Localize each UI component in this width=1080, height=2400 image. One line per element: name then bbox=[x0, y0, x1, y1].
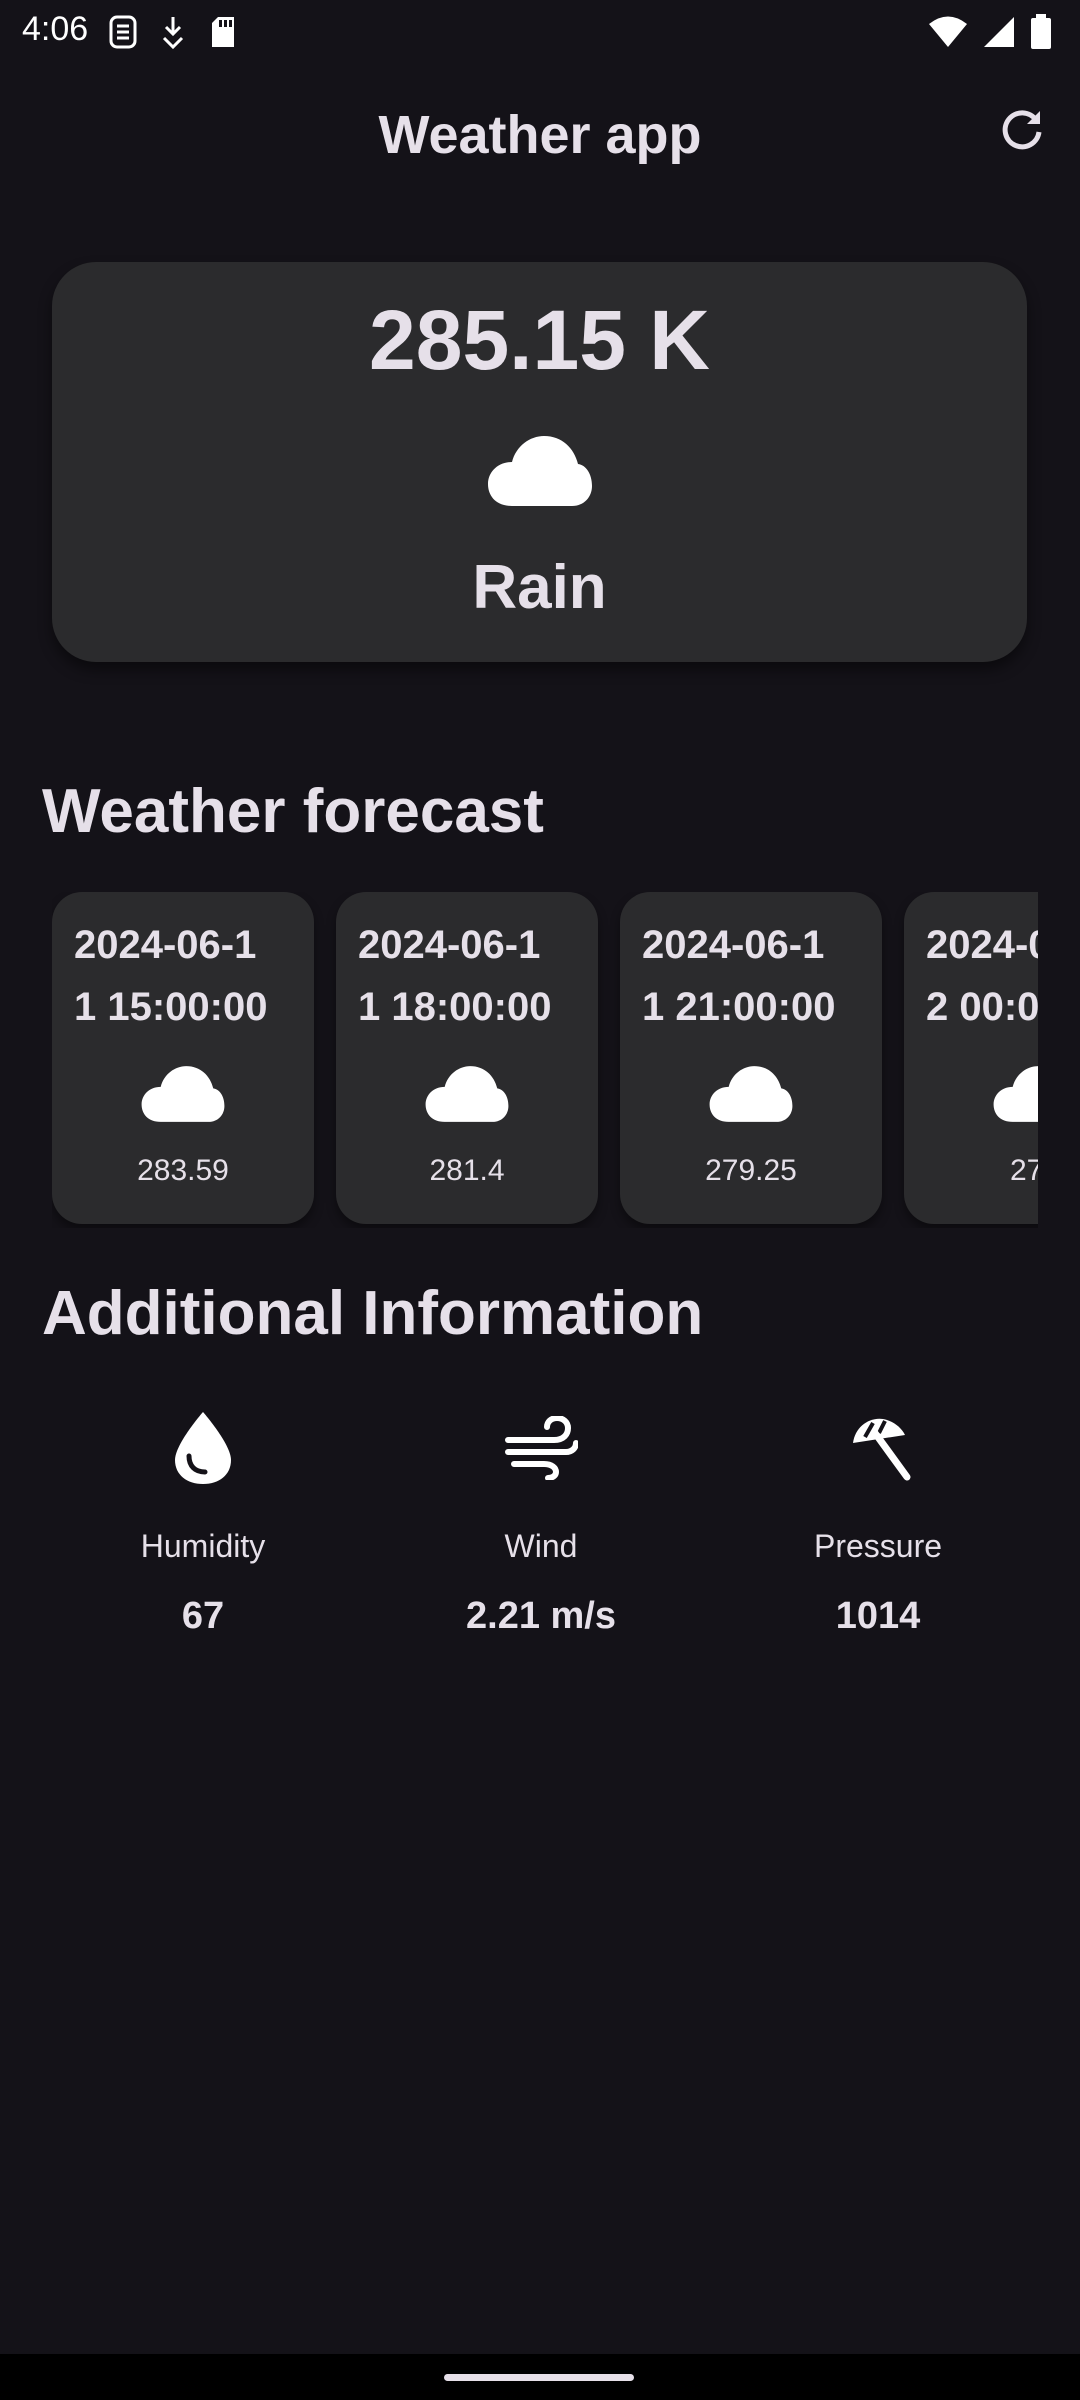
cloud-icon bbox=[992, 1064, 1038, 1129]
battery-icon bbox=[1030, 14, 1052, 50]
pressure-label: Pressure bbox=[813, 1528, 943, 1564]
water-drop-icon bbox=[173, 1410, 233, 1491]
forecast-time-line1: 2024-06-1 bbox=[926, 923, 1038, 967]
refresh-icon bbox=[998, 106, 1046, 159]
forecast-temperature: 283.59 bbox=[137, 1154, 229, 1187]
forecast-time: 2024-06-1 1 15:00:00 bbox=[74, 914, 304, 1038]
forecast-time-line1: 2024-06-1 bbox=[642, 923, 825, 967]
cellular-signal-icon bbox=[982, 15, 1016, 49]
forecast-card[interactable]: 2024-06-1 1 21:00:00 279.25 bbox=[620, 892, 882, 1224]
additional-info-title: Additional Information bbox=[42, 1279, 704, 1348]
home-gesture-handle[interactable] bbox=[444, 2374, 634, 2381]
forecast-icon-wrap bbox=[336, 1064, 598, 1129]
wind-label: Wind bbox=[504, 1528, 578, 1564]
downloading-icon bbox=[158, 14, 188, 50]
forecast-time: 2024-06-1 1 21:00:00 bbox=[642, 914, 872, 1038]
sd-card-icon bbox=[208, 14, 238, 50]
air-icon bbox=[504, 1414, 579, 1485]
wind-item: Wind 2.21 m/s bbox=[391, 1400, 691, 1638]
refresh-button[interactable] bbox=[992, 102, 1052, 162]
humidity-icon-wrap bbox=[53, 1400, 353, 1500]
current-weather-icon-wrap bbox=[52, 434, 1027, 513]
cloud-icon bbox=[486, 434, 594, 513]
status-time: 4:06 bbox=[22, 10, 89, 48]
current-weather-card: 285.15 K Rain bbox=[52, 262, 1027, 662]
wind-icon-wrap bbox=[391, 1400, 691, 1500]
pressure-icon-wrap bbox=[728, 1400, 1028, 1500]
status-right-icons bbox=[928, 14, 1052, 50]
forecast-icon-wrap bbox=[904, 1064, 1038, 1129]
pressure-value: 1014 bbox=[835, 1595, 921, 1637]
forecast-time-line2: 1 21:00:00 bbox=[642, 985, 836, 1029]
forecast-time-line2: 2 00:00:00 bbox=[926, 985, 1038, 1029]
forecast-list[interactable]: 2024-06-1 1 15:00:00 283.59 2024-06-1 1 … bbox=[52, 892, 1038, 1228]
forecast-icon-wrap bbox=[52, 1064, 314, 1129]
forecast-time-line2: 1 18:00:00 bbox=[358, 985, 552, 1029]
app-title: Weather app bbox=[378, 105, 702, 165]
forecast-temperature: 279 bbox=[1009, 1154, 1038, 1187]
forecast-time: 2024-06-1 2 00:00:00 bbox=[926, 914, 1038, 1038]
wind-value: 2.21 m/s bbox=[466, 1595, 616, 1637]
cloud-icon bbox=[424, 1064, 510, 1129]
forecast-temperature: 281.4 bbox=[429, 1154, 505, 1187]
humidity-label: Humidity bbox=[140, 1528, 266, 1564]
forecast-time-line1: 2024-06-1 bbox=[74, 923, 257, 967]
current-description: Rain bbox=[472, 553, 607, 622]
forecast-card[interactable]: 2024-06-1 2 00:00:00 279 bbox=[904, 892, 1038, 1224]
humidity-item: Humidity 67 bbox=[53, 1400, 353, 1638]
status-bar: 4:06 bbox=[0, 0, 1080, 64]
app-bar: Weather app bbox=[0, 64, 1080, 204]
forecast-time: 2024-06-1 1 18:00:00 bbox=[358, 914, 588, 1038]
forecast-card[interactable]: 2024-06-1 1 15:00:00 283.59 bbox=[52, 892, 314, 1224]
forecast-card[interactable]: 2024-06-1 1 18:00:00 281.4 bbox=[336, 892, 598, 1224]
additional-info-row: Humidity 67 Wind 2.21 m/s Pressure 1014 bbox=[0, 1400, 1080, 1660]
current-temperature: 285.15 K bbox=[369, 293, 710, 387]
forecast-time-line2: 1 15:00:00 bbox=[74, 985, 268, 1029]
pressure-item: Pressure 1014 bbox=[728, 1400, 1028, 1638]
humidity-value: 67 bbox=[181, 1595, 225, 1637]
status-left-icons bbox=[108, 14, 238, 50]
forecast-time-line1: 2024-06-1 bbox=[358, 923, 541, 967]
wifi-icon bbox=[928, 15, 968, 49]
forecast-icon-wrap bbox=[620, 1064, 882, 1129]
system-nav-bar bbox=[0, 2354, 1080, 2400]
cloud-icon bbox=[140, 1064, 226, 1129]
sim-card-icon bbox=[108, 14, 138, 50]
forecast-title: Weather forecast bbox=[42, 777, 544, 846]
cloud-icon bbox=[708, 1064, 794, 1129]
beach-access-icon bbox=[843, 1413, 913, 1488]
forecast-temperature: 279.25 bbox=[705, 1154, 797, 1187]
